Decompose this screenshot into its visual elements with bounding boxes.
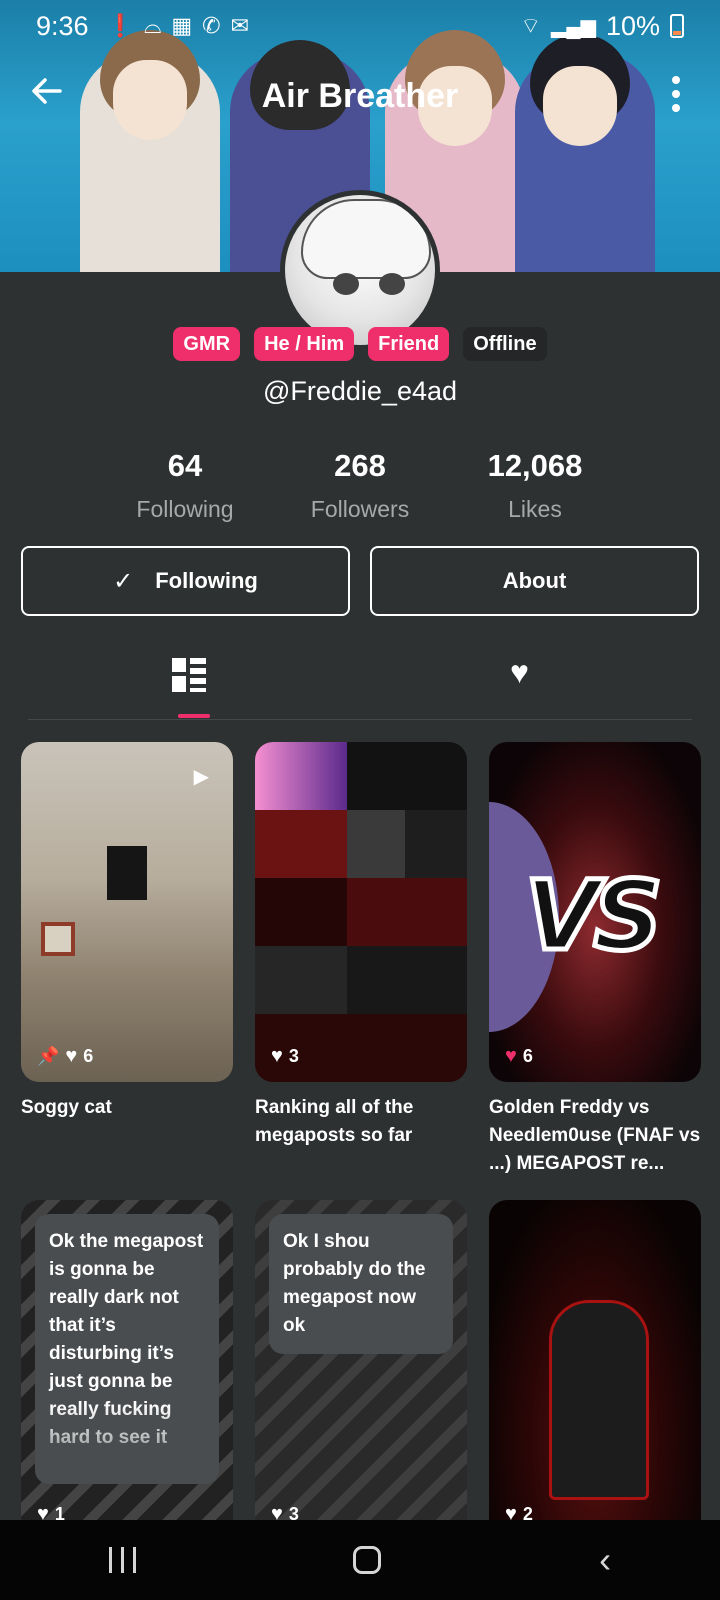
liked-posts-tab-heart-icon[interactable]: ♥ [510, 654, 529, 691]
post-likes: ♥ 3 [271, 1045, 299, 1068]
profile-tags: GMR He / Him Friend Offline [0, 327, 720, 361]
checkmark-icon: ✓ [113, 567, 134, 595]
post-thumbnail-detail: VS [522, 858, 664, 975]
system-nav-bar: ‹ [0, 1520, 720, 1600]
about-button[interactable]: About [370, 546, 699, 616]
notification-icons: ❗ ⌓ ▦ ✆ ✉ [107, 13, 249, 39]
stat-value: 12,068 [487, 448, 583, 483]
stat-label: Likes [508, 496, 562, 522]
voicemail-icon: ⌓ [143, 13, 162, 38]
post-thumbnail-detail [41, 922, 75, 956]
post-card[interactable]: VS ♥ 6 [489, 742, 701, 1082]
online-status-badge: Offline [463, 327, 547, 361]
signal-icon: ▂▄▆ [551, 15, 596, 38]
tag-gmr: GMR [173, 327, 241, 361]
profile-actions: ✓ Following About [21, 546, 699, 616]
battery-icon [670, 14, 684, 38]
like-count: 6 [83, 1046, 94, 1066]
heart-icon: ♥ [271, 1045, 283, 1067]
stat-value: 64 [167, 448, 203, 483]
about-button-label: About [502, 568, 567, 593]
text-post-bubble: Ok I shou probably do the megapost now o… [269, 1214, 453, 1354]
nav-back-icon[interactable]: ‹ [599, 1539, 611, 1581]
content-tabs: ♥ [28, 640, 692, 720]
missed-call-icon: ✆ [202, 13, 221, 38]
tag-friend: Friend [368, 327, 450, 361]
post-thumbnail-tile [405, 810, 467, 878]
post-likes: 📌 ♥ 6 [37, 1045, 93, 1068]
post-thumbnail-detail [107, 846, 147, 900]
avatar-hair [301, 199, 431, 279]
user-handle: @Freddie_e4ad [262, 376, 458, 406]
text-post-bubble: Ok the megapost is gonna be really dark … [35, 1214, 219, 1484]
battery-text: 10% [605, 10, 660, 41]
post-card[interactable]: ♥ 3 [255, 742, 467, 1082]
post-card[interactable]: Ok I shou probably do the megapost now o… [255, 1200, 467, 1540]
more-options-icon[interactable] [672, 76, 680, 112]
post-thumbnail-tile [255, 878, 347, 946]
posts-grid-tab-icon[interactable] [172, 658, 206, 692]
wifi-icon: ⌔ [520, 13, 542, 38]
stat-label: Following [136, 496, 234, 522]
post-thumbnail-tile [255, 742, 347, 810]
avatar-eye [333, 273, 359, 295]
following-button-label: Following [155, 568, 258, 593]
active-tab-indicator [178, 714, 210, 718]
post-title[interactable]: Soggy cat [21, 1094, 235, 1122]
post-thumbnail-detail [549, 1300, 649, 1500]
stat-likes[interactable]: 12,068 Likes [448, 448, 623, 523]
post-title[interactable]: Ranking all of the megaposts so far [255, 1094, 469, 1150]
following-button[interactable]: ✓ Following [21, 546, 350, 616]
post-card[interactable]: ♥ 2 [489, 1200, 701, 1540]
status-time: 9:36 [36, 10, 89, 41]
avatar[interactable] [280, 190, 440, 350]
gmail-icon: ✉ [230, 13, 250, 38]
post-card[interactable]: ▶ 📌 ♥ 6 [21, 742, 233, 1082]
post-title[interactable]: Golden Freddy vs Needlem0use (FNAF vs ..… [489, 1094, 703, 1178]
profile-stats: 64 Following 268 Followers 12,068 Likes [0, 448, 720, 523]
avatar-eye [379, 273, 405, 295]
stat-label: Followers [310, 496, 410, 522]
back-arrow-icon[interactable] [30, 74, 64, 115]
status-bar: 9:36 ❗ ⌓ ▦ ✆ ✉ ⌔ ▂▄▆ 10% [0, 0, 720, 52]
pin-icon: 📌 [37, 1046, 60, 1066]
tag-pronouns: He / Him [254, 327, 355, 361]
heart-icon: ♥ [65, 1045, 78, 1067]
stat-value: 268 [334, 448, 386, 483]
post-thumbnail-tile [255, 810, 347, 878]
home-icon[interactable] [353, 1546, 382, 1574]
post-thumbnail-tile [347, 878, 467, 946]
recent-apps-icon[interactable] [108, 1547, 136, 1573]
back-arrow-glyph [32, 78, 62, 104]
post-thumbnail-tile [347, 946, 467, 1014]
like-count: 3 [288, 1046, 299, 1066]
post-thumbnail-tile [255, 946, 347, 1014]
like-count: 6 [522, 1046, 533, 1066]
apps-icon: ▦ [171, 13, 193, 38]
system-icons: ⌔ ▂▄▆ 10% [520, 11, 684, 42]
play-icon: ▶ [193, 766, 209, 788]
page-title: Air Breather [261, 76, 459, 115]
stat-followers[interactable]: 268 Followers [273, 448, 448, 523]
app-bar: Air Breather [0, 64, 720, 128]
post-thumbnail-tile [347, 810, 405, 878]
stat-following[interactable]: 64 Following [98, 448, 273, 523]
alert-icon: ❗ [106, 13, 134, 38]
heart-icon: ♥ [505, 1045, 517, 1067]
post-likes: ♥ 6 [505, 1045, 533, 1068]
post-card[interactable]: Ok the megapost is gonna be really dark … [21, 1200, 233, 1540]
